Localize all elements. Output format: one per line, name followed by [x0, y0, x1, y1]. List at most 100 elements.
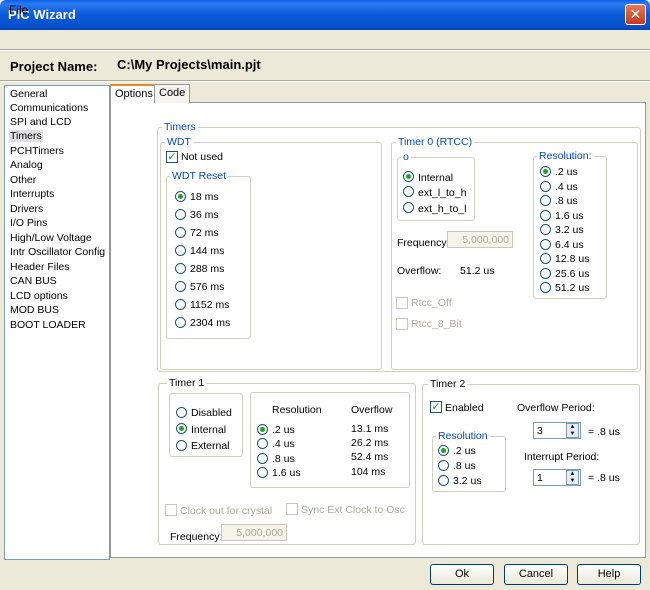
timer2-resolution-radio-2[interactable]: [438, 475, 449, 486]
overflow-period-label: Overflow Period:: [517, 402, 595, 414]
timer0-resolution-radio-7[interactable]: [540, 268, 551, 279]
timer2-enabled-checkbox[interactable]: ✓: [430, 401, 442, 413]
timer0-overflow-value: 51.2 us: [460, 265, 495, 277]
timer0-source-option: ext_l_to_h: [418, 187, 467, 199]
timer1-resolution-radio-3[interactable]: [257, 467, 268, 478]
timer1-overflow-value: 104 ms: [351, 466, 386, 478]
sidebar-item-header-files[interactable]: Header Files: [9, 261, 71, 273]
interrupt-period-spinner-icon[interactable]: ▲ ▼: [566, 470, 579, 485]
timer0-resolution-radio-2[interactable]: [540, 195, 551, 206]
sidebar-item-interrupts[interactable]: Interrupts: [9, 188, 55, 200]
rtcc-8bit-label: Rtcc_8_Bit: [411, 318, 462, 330]
timer0-resolution-option: .4 us: [555, 181, 578, 193]
sidebar-item-lcd-options[interactable]: LCD options: [9, 290, 69, 302]
wdt-reset-radio-72ms[interactable]: [175, 227, 186, 238]
timer0-resolution-radio-5[interactable]: [540, 239, 551, 250]
wdt-reset-radio-2304ms[interactable]: [175, 317, 186, 328]
menu-separator: [0, 49, 650, 51]
wdt-reset-radio-576ms[interactable]: [175, 281, 186, 292]
menu-bar: [0, 30, 650, 50]
sidebar-item-high-low-voltage[interactable]: High/Low Voltage: [9, 232, 93, 244]
timer1-resolution-radio-1[interactable]: [257, 438, 268, 449]
sidebar-item-general[interactable]: General: [9, 88, 48, 100]
ok-button[interactable]: Ok: [430, 564, 494, 585]
rtcc-off-label: Rtcc_Off: [411, 297, 452, 309]
timer1-frequency-input[interactable]: 5,000,000: [221, 524, 287, 541]
clock-out-checkbox[interactable]: [165, 504, 177, 516]
timer0-resolution-radio-6[interactable]: [540, 253, 551, 264]
sidebar-item-other[interactable]: Other: [9, 174, 37, 186]
sidebar-item-io-pins[interactable]: I/O Pins: [9, 217, 48, 229]
timer0-resolution-radio-4[interactable]: [540, 224, 551, 235]
timer0-resolution-option: 1.6 us: [555, 210, 584, 222]
sidebar-item-communications[interactable]: Communications: [9, 102, 89, 114]
overflow-period-spinner-icon[interactable]: ▲ ▼: [566, 423, 579, 438]
timer1-resolution-radio-0[interactable]: [257, 424, 268, 435]
timer0-resolution-radio-0[interactable]: [540, 166, 551, 177]
clock-out-label: Clock out for crystal: [180, 505, 273, 517]
timer1-overflow-value: 13.1 ms: [351, 423, 389, 435]
timer1-mode-radio-disabled[interactable]: [176, 407, 187, 418]
timer1-overflow-header: Overflow: [351, 404, 393, 416]
sidebar-item-drivers[interactable]: Drivers: [9, 203, 44, 215]
timer2-resolution-option: .2 us: [453, 445, 476, 457]
sidebar-item-can-bus[interactable]: CAN BUS: [9, 275, 58, 287]
timer1-mode-radio-external[interactable]: [176, 440, 187, 451]
timer0-source-radio-ext-l-to-h[interactable]: [403, 186, 414, 197]
wdt-reset-radio-1152ms[interactable]: [175, 299, 186, 310]
sidebar-item-pchtimers[interactable]: PCHTimers: [9, 145, 65, 157]
sync-ext-checkbox[interactable]: [286, 503, 298, 515]
timer0-frequency-input[interactable]: 5,000,000: [447, 231, 513, 248]
timer0-source-radio-ext-h-to-l[interactable]: [403, 202, 414, 213]
timer2-resolution-option: .8 us: [453, 460, 476, 472]
timer2-resolution-radio-0[interactable]: [438, 445, 449, 456]
timer0-resolution-option: 25.6 us: [555, 268, 590, 280]
wdt-not-used-checkbox[interactable]: ✓: [166, 151, 178, 163]
timer0-resolution-option: 51.2 us: [555, 282, 590, 294]
wdt-reset-option: 36 ms: [190, 209, 219, 221]
sidebar-item-mod-bus[interactable]: MOD BUS: [9, 304, 60, 316]
wdt-group-label: WDT: [165, 136, 193, 148]
wdt-reset-radio-288ms[interactable]: [175, 263, 186, 274]
sidebar-item-intr-oscillator[interactable]: Intr Oscillator Config: [9, 246, 106, 258]
timer0-resolution-radio-8[interactable]: [540, 282, 551, 293]
cancel-button[interactable]: Cancel: [504, 564, 568, 585]
close-icon[interactable]: ✕: [625, 4, 646, 25]
rtcc-8bit-checkbox[interactable]: [396, 318, 408, 330]
timer1-mode-option: Disabled: [191, 407, 232, 419]
wdt-reset-option: 288 ms: [190, 263, 225, 275]
timer1-resolution-option: .8 us: [272, 453, 295, 465]
timer0-resolution-radio-1[interactable]: [540, 181, 551, 192]
timer0-source-option: Internal: [418, 172, 454, 184]
menu-file[interactable]: File: [9, 3, 28, 17]
timer2-resolution-option: 3.2 us: [453, 475, 482, 487]
tab-options[interactable]: Options: [110, 84, 158, 103]
timer0-overflow-label: Overflow:: [397, 265, 442, 277]
timer0-resolution-option: 3.2 us: [555, 224, 584, 236]
timer2-resolution-radio-1[interactable]: [438, 460, 449, 471]
help-button[interactable]: Help: [577, 564, 641, 585]
wdt-reset-option: 2304 ms: [190, 317, 231, 329]
wdt-reset-label: WDT Reset: [170, 170, 229, 182]
project-separator: [0, 80, 650, 82]
wdt-reset-radio-36ms[interactable]: [175, 209, 186, 220]
timer1-resolution-radio-2[interactable]: [257, 453, 268, 464]
sync-ext-label: Sync Ext Clock to Osc: [301, 504, 405, 516]
timers-group-label: Timers: [162, 121, 198, 133]
timer1-mode-radio-internal[interactable]: [176, 423, 187, 434]
timer0-resolution-radio-3[interactable]: [540, 210, 551, 221]
timer0-source-label: o: [401, 151, 411, 163]
timer1-resolution-option: 1.6 us: [272, 467, 301, 479]
sidebar-item-timers[interactable]: Timers: [9, 130, 43, 142]
wdt-reset-option: 1152 ms: [190, 299, 230, 311]
rtcc-off-checkbox[interactable]: [396, 297, 408, 309]
timer1-overflow-value: 52.4 ms: [351, 451, 389, 463]
sidebar-item-boot-loader[interactable]: BOOT LOADER: [9, 319, 87, 331]
wdt-reset-radio-18ms[interactable]: [175, 191, 186, 202]
sidebar-item-analog[interactable]: Analog: [9, 159, 44, 171]
tab-code[interactable]: Code: [154, 84, 191, 103]
wdt-reset-radio-144ms[interactable]: [175, 245, 186, 256]
timer0-source-radio-internal[interactable]: [403, 171, 414, 182]
timer0-frequency-label: Frequency:: [397, 237, 450, 249]
sidebar-item-spi-lcd[interactable]: SPI and LCD: [9, 116, 72, 128]
